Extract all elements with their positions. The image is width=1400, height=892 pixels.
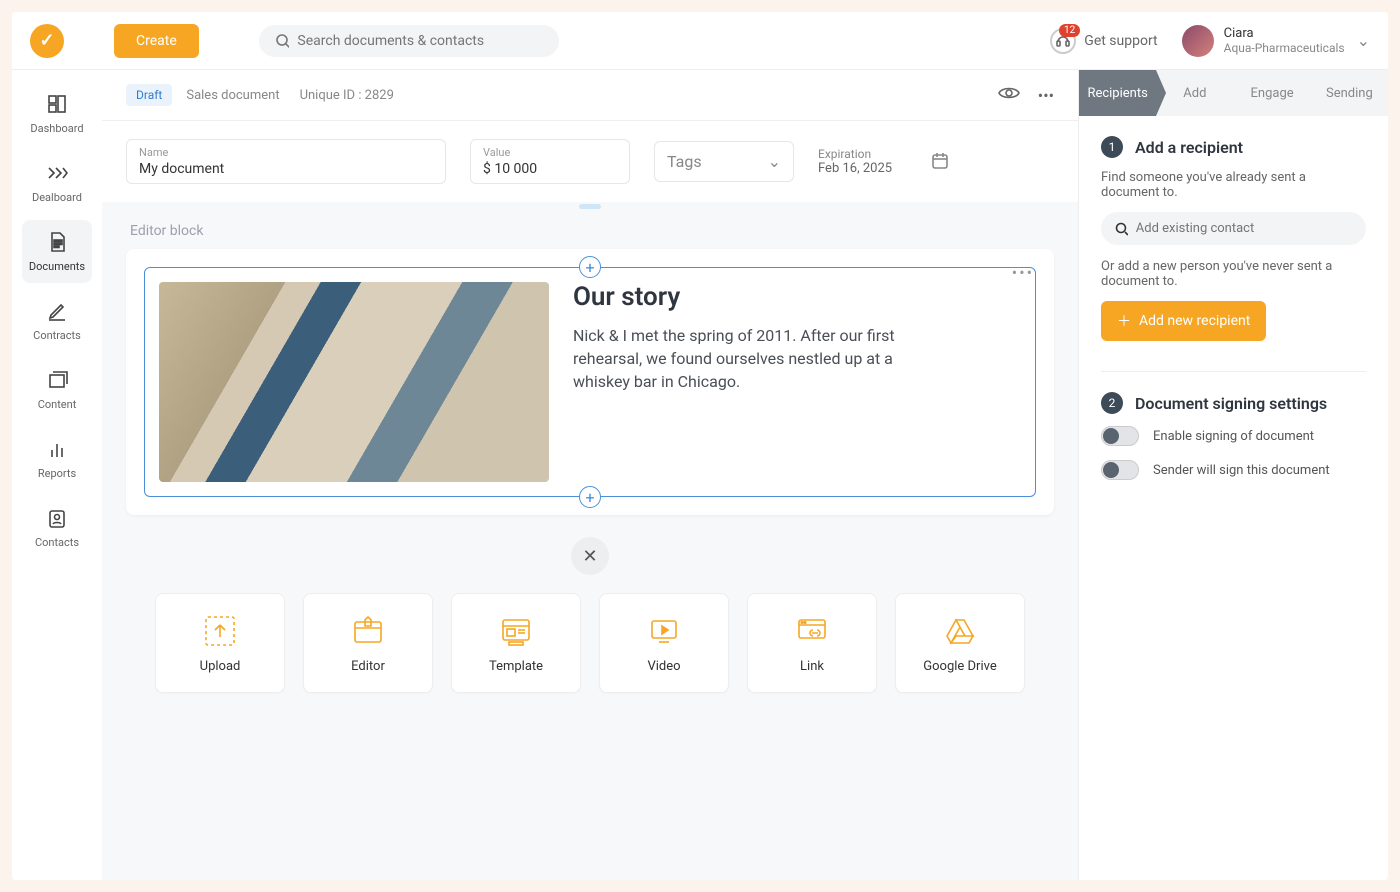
nav-contracts[interactable]: Contracts — [22, 289, 92, 352]
tile-editor[interactable]: Editor — [303, 593, 433, 693]
search-icon — [1115, 222, 1128, 236]
get-support-button[interactable]: 12 Get support — [1050, 28, 1157, 54]
or-add-new-label: Or add a new person you've never sent a … — [1101, 259, 1366, 289]
tile-template[interactable]: Template — [451, 593, 581, 693]
chevron-down-icon: ⌄ — [768, 152, 781, 171]
step-add[interactable]: Add — [1156, 70, 1233, 116]
editor-block-label: Editor block — [130, 223, 1054, 239]
insert-below-button[interactable]: + — [579, 486, 601, 508]
story-body[interactable]: Nick & I met the spring of 2011. After o… — [573, 324, 953, 394]
nav-reports[interactable]: Reports — [22, 427, 92, 490]
unique-id-label: Unique ID : 2829 — [300, 88, 394, 103]
add-recipient-title: Add a recipient — [1135, 138, 1243, 157]
name-field[interactable]: Name My document — [126, 139, 446, 184]
divider — [1101, 371, 1366, 372]
tile-video[interactable]: Video — [599, 593, 729, 693]
search-icon — [275, 33, 290, 49]
insert-above-button[interactable]: + — [579, 256, 601, 278]
add-new-recipient-button[interactable]: ＋ Add new recipient — [1101, 301, 1266, 341]
doc-type-label: Sales document — [186, 88, 279, 103]
left-nav: Dashboard Dealboard Documents Contracts … — [12, 70, 102, 880]
user-name: Ciara — [1224, 26, 1345, 41]
template-icon — [498, 613, 534, 649]
editor-card: ••• + Our story Nick & I met the spring … — [126, 249, 1054, 515]
main-content: Draft Sales document Unique ID : 2829 ••… — [102, 70, 1078, 880]
document-icon — [45, 230, 69, 254]
dealboard-icon — [45, 161, 69, 185]
support-label: Get support — [1084, 33, 1157, 49]
preview-button[interactable] — [998, 85, 1020, 105]
google-drive-icon — [942, 613, 978, 649]
headset-icon: 12 — [1050, 28, 1076, 54]
signing-settings-title: Document signing settings — [1135, 394, 1327, 413]
user-org: Aqua-Pharmaceuticals — [1224, 41, 1345, 55]
drag-handle[interactable] — [579, 204, 601, 209]
check-icon: ✓ — [39, 30, 54, 51]
upload-icon — [202, 613, 238, 649]
avatar — [1182, 25, 1214, 57]
more-menu-button[interactable]: ••• — [1038, 86, 1054, 105]
dashboard-icon — [45, 92, 69, 116]
section-number-1: 1 — [1101, 136, 1123, 158]
content-block-selected[interactable]: + Our story Nick & I met the spring of 2… — [144, 267, 1036, 497]
existing-contact-input[interactable] — [1136, 221, 1352, 236]
story-image[interactable] — [159, 282, 549, 482]
user-menu[interactable]: Ciara Aqua-Pharmaceuticals ⌄ — [1182, 25, 1370, 57]
step-recipients[interactable]: Recipients — [1079, 70, 1156, 116]
global-search[interactable] — [259, 25, 559, 57]
app-logo[interactable]: ✓ — [30, 24, 64, 58]
close-toolbar-button[interactable]: ✕ — [571, 537, 609, 575]
video-icon — [646, 613, 682, 649]
expiration-display: Expiration Feb 16, 2025 — [818, 147, 892, 176]
toggle-enable-signing[interactable] — [1101, 426, 1139, 446]
document-header: Draft Sales document Unique ID : 2829 ••… — [102, 70, 1078, 121]
pen-icon — [45, 299, 69, 323]
tile-link[interactable]: Link — [747, 593, 877, 693]
support-badge: 12 — [1059, 24, 1080, 37]
value-field[interactable]: Value $ 10 000 — [470, 139, 630, 184]
nav-dealboard[interactable]: Dealboard — [22, 151, 92, 214]
top-bar: ✓ Create 12 Get support Ciara Aqua-Pharm… — [12, 12, 1388, 70]
existing-contact-search[interactable] — [1101, 212, 1366, 245]
section-number-2: 2 — [1101, 392, 1123, 414]
toggle-sender-sign-label: Sender will sign this document — [1153, 463, 1330, 478]
insert-tiles: Upload Editor Template Video — [126, 593, 1054, 693]
tags-select[interactable]: Tags ⌄ — [654, 141, 794, 182]
editor-icon — [350, 613, 386, 649]
story-title[interactable]: Our story — [573, 282, 953, 312]
step-engage[interactable]: Engage — [1234, 70, 1311, 116]
step-sending[interactable]: Sending — [1311, 70, 1388, 116]
toggle-enable-signing-label: Enable signing of document — [1153, 429, 1314, 444]
add-recipient-sub: Find someone you've already sent a docum… — [1101, 170, 1366, 200]
chevron-down-icon: ⌄ — [1357, 31, 1370, 50]
bars-icon — [45, 437, 69, 461]
link-icon — [794, 613, 830, 649]
nav-contacts[interactable]: Contacts — [22, 496, 92, 559]
wizard-stepper: Recipients Add Engage Sending — [1079, 70, 1388, 116]
status-chip: Draft — [126, 84, 172, 106]
tile-upload[interactable]: Upload — [155, 593, 285, 693]
plus-icon: ＋ — [1117, 311, 1131, 331]
tile-google-drive[interactable]: Google Drive — [895, 593, 1025, 693]
layers-icon — [45, 368, 69, 392]
search-input[interactable] — [297, 33, 542, 49]
right-panel: Recipients Add Engage Sending 1 Add a re… — [1078, 70, 1388, 880]
nav-content[interactable]: Content — [22, 358, 92, 421]
nav-dashboard[interactable]: Dashboard — [22, 82, 92, 145]
nav-documents[interactable]: Documents — [22, 220, 92, 283]
document-fields: Name My document Value $ 10 000 Tags ⌄ E… — [102, 121, 1078, 202]
contact-icon — [45, 506, 69, 530]
toggle-sender-sign[interactable] — [1101, 460, 1139, 480]
calendar-button[interactable] — [930, 150, 950, 174]
create-button[interactable]: Create — [114, 24, 199, 58]
